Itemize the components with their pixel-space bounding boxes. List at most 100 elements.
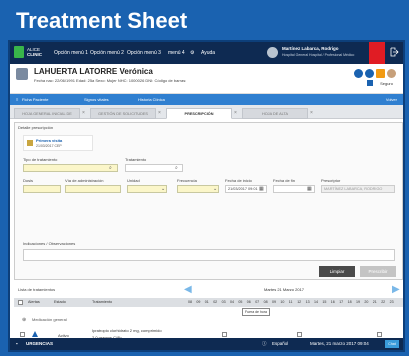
prescribe-button[interactable]: Prescribir: [360, 266, 396, 277]
insurance-icon: [367, 80, 373, 86]
app-window: ALICE CLINIC Opción menú 1 Opción menú 2…: [8, 40, 405, 352]
chevron-down-icon[interactable]: ⌄: [161, 186, 165, 192]
label-dosis: Dosis: [23, 178, 34, 183]
close-icon[interactable]: ×: [310, 110, 313, 116]
hour-column-header: 20: [364, 300, 369, 304]
hour-checkbox[interactable]: [377, 332, 382, 337]
hour-column-header: 16: [330, 300, 335, 304]
calendar-icon[interactable]: ▦: [307, 186, 312, 192]
list-date: Martes 21 Marzo 2017: [264, 287, 305, 292]
patient-name: LAHUERTA LATORRE Verónica: [34, 67, 153, 76]
indicaciones-textarea[interactable]: [23, 249, 395, 261]
tab-prescripcion[interactable]: PRESCRIPCIÓN: [166, 108, 232, 119]
patient-header: LAHUERTA LATORRE Verónica Fecha nac: 22/…: [10, 64, 403, 94]
logout-icon[interactable]: [389, 47, 399, 57]
avatar: [267, 47, 278, 58]
calendar-icon[interactable]: ▦: [259, 186, 264, 192]
warning-icon[interactable]: [376, 69, 385, 78]
hour-column-header: 12: [297, 300, 302, 304]
via-field[interactable]: [65, 185, 121, 193]
label-prescriptor: Prescriptor: [321, 178, 341, 183]
hour-column-header: 18: [347, 300, 352, 304]
prescriptor-field: MARTÍNEZ LABARCA, RODRIGO: [321, 185, 395, 193]
hour-column-header: 22: [381, 300, 386, 304]
clear-button[interactable]: Limpiar: [319, 266, 355, 277]
hour-checkbox[interactable]: [222, 332, 227, 337]
prev-arrow-icon[interactable]: ◀: [184, 284, 192, 295]
search-icon[interactable]: ⌕: [109, 165, 112, 171]
row-tratamiento: Ipratropio clorhidrato 2 mg, comprimido: [92, 328, 162, 333]
tab-urgencias[interactable]: HOJA GENERAL INICIAL DE URGENCIAS: [14, 108, 80, 126]
info-icon[interactable]: ⓘ: [262, 341, 267, 347]
toolbar-vital-signs[interactable]: Signos vitales: [84, 97, 109, 102]
menu-option-1[interactable]: Opción menú 1: [54, 50, 88, 56]
grid-icon[interactable]: ▪: [16, 341, 18, 346]
tab-hoja-alta[interactable]: HOJA DE ALTA: [242, 108, 308, 119]
tipo-field[interactable]: [23, 164, 118, 172]
prescription-panel: Detalle prescripción Primera visita 21/0…: [14, 122, 403, 280]
hour-column-header: 21: [372, 300, 377, 304]
close-icon[interactable]: ×: [234, 110, 237, 116]
hour-checkbox[interactable]: [297, 332, 302, 337]
chat-button[interactable]: Chat: [385, 340, 399, 348]
hour-column-header: 14: [314, 300, 318, 304]
label-via: Vía de administración: [65, 178, 104, 183]
info-icon[interactable]: [354, 69, 363, 78]
toolbar-back[interactable]: Volver: [386, 97, 397, 102]
settings-icon[interactable]: ⚙: [190, 50, 194, 56]
top-navigation-bar: ALICE CLINIC Opción menú 1 Opción menú 2…: [10, 42, 403, 64]
history-icon[interactable]: [365, 69, 374, 78]
visit-card[interactable]: Primera visita 21/03/2017 CEP: [23, 135, 93, 151]
menu-option-4[interactable]: menú 4: [168, 50, 185, 56]
toolbar-clinical-history[interactable]: Historia Clínica: [138, 97, 165, 102]
menu-help[interactable]: Ayuda: [201, 50, 215, 56]
hour-column-header: 03: [221, 300, 226, 304]
banner-title: Treatment Sheet: [16, 8, 188, 33]
user-profile[interactable]: Martínez Labarca, Rodrigo Hospital Gener…: [267, 45, 367, 61]
alert-icon: [32, 331, 38, 337]
label-tipo: Tipo de tratamiento: [23, 157, 58, 162]
group-label: Medicación general: [32, 317, 67, 322]
toolbar-patient-file[interactable]: Ficha Paciente: [22, 97, 48, 102]
insurance-label: Seguro: [380, 81, 393, 86]
hour-column-header: 23: [389, 300, 394, 304]
close-icon[interactable]: ×: [158, 110, 161, 116]
footer-datetime: Martes, 21 marzo 2017 09:04: [310, 341, 369, 346]
clinic-logo-text: ALICE CLINIC: [27, 47, 42, 57]
patient-toolbar: ≡ Ficha Paciente Signos vitales Historia…: [10, 94, 403, 105]
dosis-field[interactable]: [23, 185, 61, 193]
list-title: Lista de tratamientos: [18, 287, 56, 292]
search-icon[interactable]: ⌕: [175, 165, 178, 171]
hour-column-header: 01: [204, 300, 209, 304]
header-alertas: Alertas: [28, 300, 40, 304]
tab-solicitudes[interactable]: GESTIÓN DE SOLICITUDES: [90, 108, 156, 119]
language-select[interactable]: Español: [272, 341, 288, 346]
user-name: Martínez Labarca, Rodrigo: [282, 46, 339, 51]
menu-option-3[interactable]: Opción menú 3: [127, 50, 161, 56]
patient-file-icon: ≡: [16, 97, 19, 102]
row-checkbox[interactable]: [20, 332, 25, 337]
section-title: Detalle prescripción: [18, 125, 54, 130]
label-frecuencia: Frecuencia: [177, 178, 197, 183]
chevron-down-icon[interactable]: ⌄: [213, 186, 217, 192]
hour-column-header: 02: [213, 300, 218, 304]
hour-column-header: 10: [280, 300, 285, 304]
briefcase-icon: [27, 140, 33, 146]
patient-avatar-icon[interactable]: [387, 69, 396, 78]
hour-column-header: 11: [288, 300, 293, 304]
select-all-checkbox[interactable]: [18, 300, 23, 305]
user-role: Hospital General Hospital / Profesional …: [282, 53, 355, 57]
hour-column-header: 15: [322, 300, 327, 304]
patient-icon: [16, 68, 28, 80]
hour-column-header: 13: [305, 300, 310, 304]
hour-column-header: 17: [339, 300, 344, 304]
label-indicaciones: Indicaciones / Observaciones: [23, 241, 76, 246]
close-icon[interactable]: ×: [82, 110, 85, 116]
visit-date: 21/03/2017 CEP: [36, 144, 62, 148]
alert-button[interactable]: [369, 42, 385, 64]
hour-column-header: 19: [356, 300, 360, 304]
tooltip: Fuera de hora: [242, 308, 270, 316]
next-arrow-icon[interactable]: ▶: [392, 284, 400, 295]
menu-option-2[interactable]: Opción menú 2: [90, 50, 124, 56]
header-banner: Treatment Sheet: [0, 0, 409, 44]
